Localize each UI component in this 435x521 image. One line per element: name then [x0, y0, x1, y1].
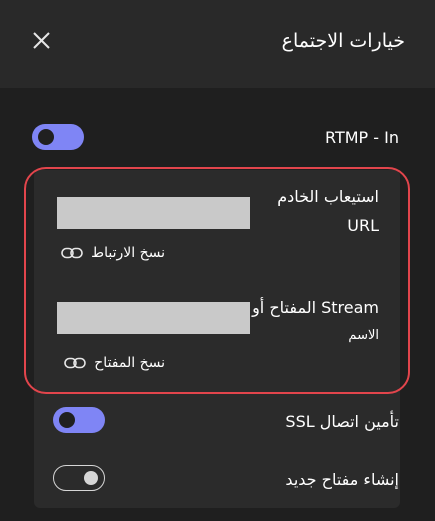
close-icon — [33, 32, 50, 49]
new-key-toggle[interactable] — [53, 465, 105, 491]
server-url-value — [57, 197, 250, 229]
copy-key-label: نسخ المفتاح — [94, 355, 165, 371]
link-icon — [64, 357, 87, 369]
toggle-knob — [38, 129, 54, 145]
stream-key-value — [57, 302, 250, 334]
stream-key-label: Stream المفتاح أو — [252, 298, 379, 317]
ssl-label: تأمين اتصال SSL — [285, 412, 399, 431]
ssl-toggle[interactable] — [53, 407, 105, 433]
server-url-label: استيعاب الخادم — [277, 187, 379, 206]
page-title: خيارات الاجتماع — [281, 30, 405, 52]
stream-key-label-line2: الاسم — [348, 328, 379, 343]
header: خيارات الاجتماع — [0, 0, 435, 88]
rtmp-toggle[interactable] — [32, 124, 84, 150]
copy-key-button[interactable]: نسخ المفتاح — [64, 355, 165, 371]
new-key-label: إنشاء مفتاح جديد — [285, 470, 399, 489]
close-button[interactable] — [28, 27, 56, 55]
copy-link-label: نسخ الارتباط — [91, 245, 165, 261]
link-icon — [61, 247, 83, 259]
server-url-label-line2: URL — [347, 216, 379, 235]
toggle-knob — [84, 470, 98, 485]
toggle-knob — [59, 412, 75, 428]
rtmp-label: RTMP - In — [325, 128, 399, 147]
copy-link-button[interactable]: نسخ الارتباط — [61, 245, 165, 261]
